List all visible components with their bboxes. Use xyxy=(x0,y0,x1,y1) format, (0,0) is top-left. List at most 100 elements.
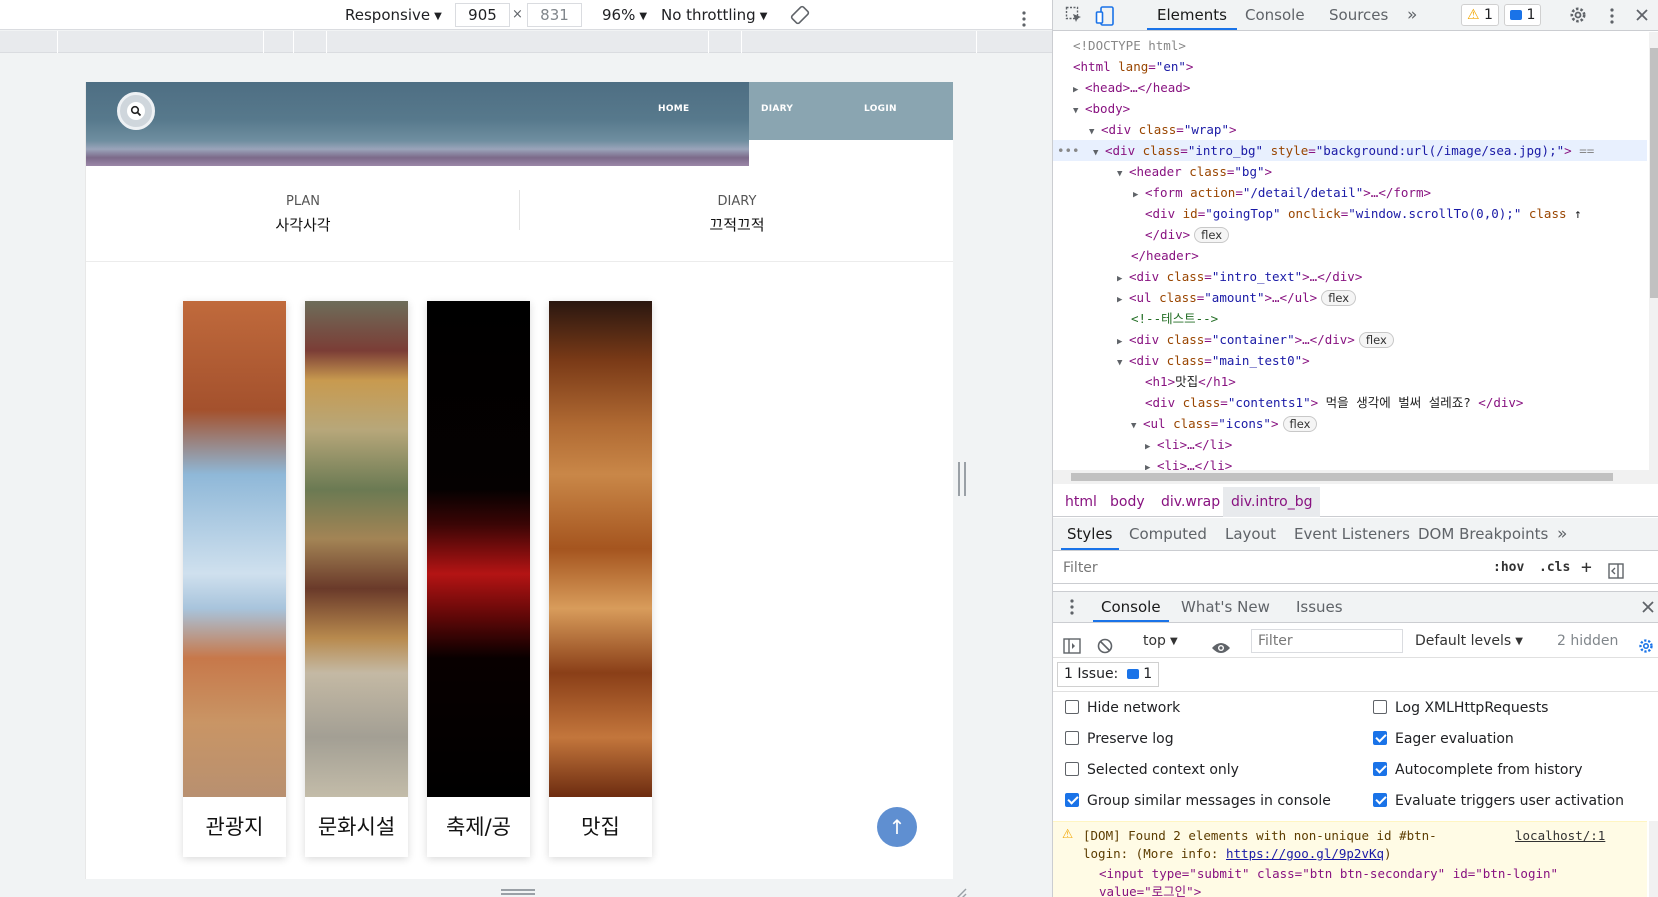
flex-badge[interactable]: flex xyxy=(1358,332,1394,348)
checkbox[interactable] xyxy=(1373,762,1387,776)
close-drawer-icon[interactable] xyxy=(1641,600,1655,618)
toggle-sidebar-icon[interactable] xyxy=(1608,560,1624,579)
context-select[interactable]: top ▼ xyxy=(1143,624,1178,658)
dom-node-contents[interactable]: <div class="contents1"> 먹을 생각에 벌써 설레죠? <… xyxy=(1053,392,1647,413)
dom-vertical-scrollbar[interactable] xyxy=(1649,32,1658,470)
dom-node-going-top[interactable]: <div id="goingTop" onclick="window.scrol… xyxy=(1053,203,1647,224)
breadcrumb-div-wrap[interactable]: div.wrap xyxy=(1161,487,1220,517)
drawer-tab-whats-new[interactable]: What's New xyxy=(1181,592,1270,622)
dom-node-intro-bg[interactable]: ••• ▼ <div class="intro_bg" style="backgro… xyxy=(1053,140,1647,161)
dom-node-li[interactable]: ▶ <li>…</li> xyxy=(1053,434,1647,455)
nav-diary[interactable]: DIARY xyxy=(761,104,793,114)
live-expression-eye-icon[interactable] xyxy=(1211,634,1231,653)
checkbox[interactable] xyxy=(1065,731,1079,745)
throttling-select[interactable]: No throttling ▼ xyxy=(661,0,767,30)
search-button[interactable] xyxy=(117,92,155,130)
inspect-element-icon[interactable] xyxy=(1065,6,1083,28)
resize-handle-bottom[interactable] xyxy=(501,889,535,895)
warning-element-line[interactable]: <input type="submit" class="btn btn-seco… xyxy=(1099,865,1558,883)
setting-selected-context-only[interactable]: Selected context only xyxy=(1065,758,1239,782)
checkbox[interactable] xyxy=(1373,793,1387,807)
styles-filter-input[interactable]: Filter xyxy=(1057,556,1481,580)
tab-event-listeners[interactable]: Event Listeners xyxy=(1294,518,1410,550)
setting-autocomplete-from-history[interactable]: Autocomplete from history xyxy=(1373,758,1583,782)
ruler-segment[interactable] xyxy=(709,31,742,53)
category-card-festival[interactable]: 축제/공 xyxy=(427,301,530,857)
ruler-segment[interactable] xyxy=(0,31,58,53)
dom-node-html[interactable]: <html lang="en"> xyxy=(1053,56,1647,77)
dom-node-body[interactable]: ▼ <body> xyxy=(1053,98,1647,119)
device-toggle-icon[interactable] xyxy=(1095,6,1115,30)
more-tabs-icon[interactable]: » xyxy=(1407,0,1417,30)
expand-arrow-icon[interactable]: ▶ xyxy=(1145,458,1157,470)
dom-node-h1[interactable]: <h1>맛집</h1> xyxy=(1053,371,1647,392)
dom-node-main-test[interactable]: ▼ <div class="main_test0"> xyxy=(1053,350,1647,371)
dom-node-going-top-close[interactable]: </div> flex xyxy=(1053,224,1647,245)
close-devtools-icon[interactable] xyxy=(1635,8,1649,26)
ruler-segment[interactable] xyxy=(294,31,327,53)
dom-node-head[interactable]: ▶ <head>…</head> xyxy=(1053,77,1647,98)
resize-handle-right[interactable] xyxy=(958,462,966,496)
setting-group-similar-messages-in-console[interactable]: Group similar messages in console xyxy=(1065,789,1331,813)
dom-node-amount[interactable]: ▶ <ul class="amount">…</ul> flex xyxy=(1053,287,1647,308)
resize-corner-icon[interactable] xyxy=(955,884,967,897)
add-rule-icon[interactable]: + xyxy=(1581,552,1592,584)
more-options-icon[interactable] xyxy=(1021,7,1027,27)
drawer-menu-icon[interactable] xyxy=(1069,599,1075,619)
setting-hide-network[interactable]: Hide network xyxy=(1065,696,1180,720)
ruler-segment[interactable] xyxy=(58,31,264,53)
category-card-culture[interactable]: 문화시설 xyxy=(305,301,408,857)
log-levels-select[interactable]: Default levels ▼ xyxy=(1415,624,1523,658)
ruler-segment[interactable] xyxy=(264,31,294,53)
dom-node-doctype[interactable]: <!DOCTYPE html> xyxy=(1053,35,1647,56)
drawer-tab-console[interactable]: Console xyxy=(1093,592,1169,622)
flex-badge[interactable]: flex xyxy=(1194,227,1230,243)
breadcrumb-html[interactable]: html xyxy=(1065,487,1097,517)
nav-home[interactable]: HOME xyxy=(658,104,690,114)
clear-console-icon[interactable] xyxy=(1097,633,1113,654)
ruler-segment[interactable] xyxy=(327,31,709,53)
plan-link[interactable]: PLAN 사각사각 xyxy=(86,166,520,262)
tab-elements[interactable]: Elements xyxy=(1147,0,1237,30)
diary-link[interactable]: DIARY 끄적끄적 xyxy=(520,166,953,262)
checkbox[interactable] xyxy=(1373,731,1387,745)
ruler-segment[interactable] xyxy=(742,31,977,53)
checkbox[interactable] xyxy=(1373,700,1387,714)
issues-button[interactable]: 1 Issue: 1 xyxy=(1057,662,1160,687)
console-scrollbar[interactable] xyxy=(1649,821,1658,897)
more-tabs-icon[interactable]: » xyxy=(1557,518,1567,550)
setting-evaluate-triggers-user-activation[interactable]: Evaluate triggers user activation xyxy=(1373,789,1624,813)
category-card-tour[interactable]: 관광지 xyxy=(183,301,286,857)
more-info-link[interactable]: https://goo.gl/9p2vKq xyxy=(1226,846,1384,861)
sidebar-toggle-icon[interactable] xyxy=(1063,633,1081,654)
tab-dom-breakpoints[interactable]: DOM Breakpoints xyxy=(1418,518,1548,550)
tab-console[interactable]: Console xyxy=(1245,0,1305,30)
setting-log-xmlhttprequests[interactable]: Log XMLHttpRequests xyxy=(1373,696,1548,720)
console-settings-icon[interactable] xyxy=(1638,633,1654,653)
setting-preserve-log[interactable]: Preserve log xyxy=(1065,727,1174,751)
dom-horizontal-scrollbar[interactable] xyxy=(1053,470,1658,484)
dom-node-form[interactable]: ▶ <form action="/detail/detail">…</form> xyxy=(1053,182,1647,203)
messages-badge[interactable]: 1 xyxy=(1504,4,1542,26)
height-input[interactable]: 831 xyxy=(527,3,582,27)
breadcrumb-div-intro-bg[interactable]: div.intro_bg xyxy=(1223,487,1321,517)
tab-computed[interactable]: Computed xyxy=(1129,518,1207,550)
flex-badge[interactable]: flex xyxy=(1321,290,1357,306)
tab-styles[interactable]: Styles xyxy=(1061,518,1119,550)
dom-node-container[interactable]: ▶ <div class="container">…</div> flex xyxy=(1053,329,1647,350)
class-toggle[interactable]: .cls xyxy=(1539,552,1570,584)
device-select[interactable]: Responsive ▼ xyxy=(345,0,442,30)
scrollbar-thumb[interactable] xyxy=(1650,48,1658,298)
breadcrumb-body[interactable]: body xyxy=(1110,487,1145,517)
warning-source-link[interactable]: localhost/:1 xyxy=(1515,827,1605,845)
scroll-top-button[interactable]: ↑ xyxy=(877,807,917,847)
warnings-badge[interactable]: ⚠ 1 xyxy=(1461,4,1499,26)
drawer-tab-issues[interactable]: Issues xyxy=(1296,592,1343,622)
nav-login[interactable]: LOGIN xyxy=(864,104,897,114)
ellipsis-icon[interactable]: ••• xyxy=(1057,140,1093,161)
more-options-icon[interactable] xyxy=(1609,8,1615,28)
tab-layout[interactable]: Layout xyxy=(1225,518,1276,550)
dom-node-li[interactable]: ▶ <li>…</li> xyxy=(1053,455,1647,470)
dom-node-comment[interactable]: <!--테스트--> xyxy=(1053,308,1647,329)
width-input[interactable]: 905 xyxy=(455,3,510,27)
